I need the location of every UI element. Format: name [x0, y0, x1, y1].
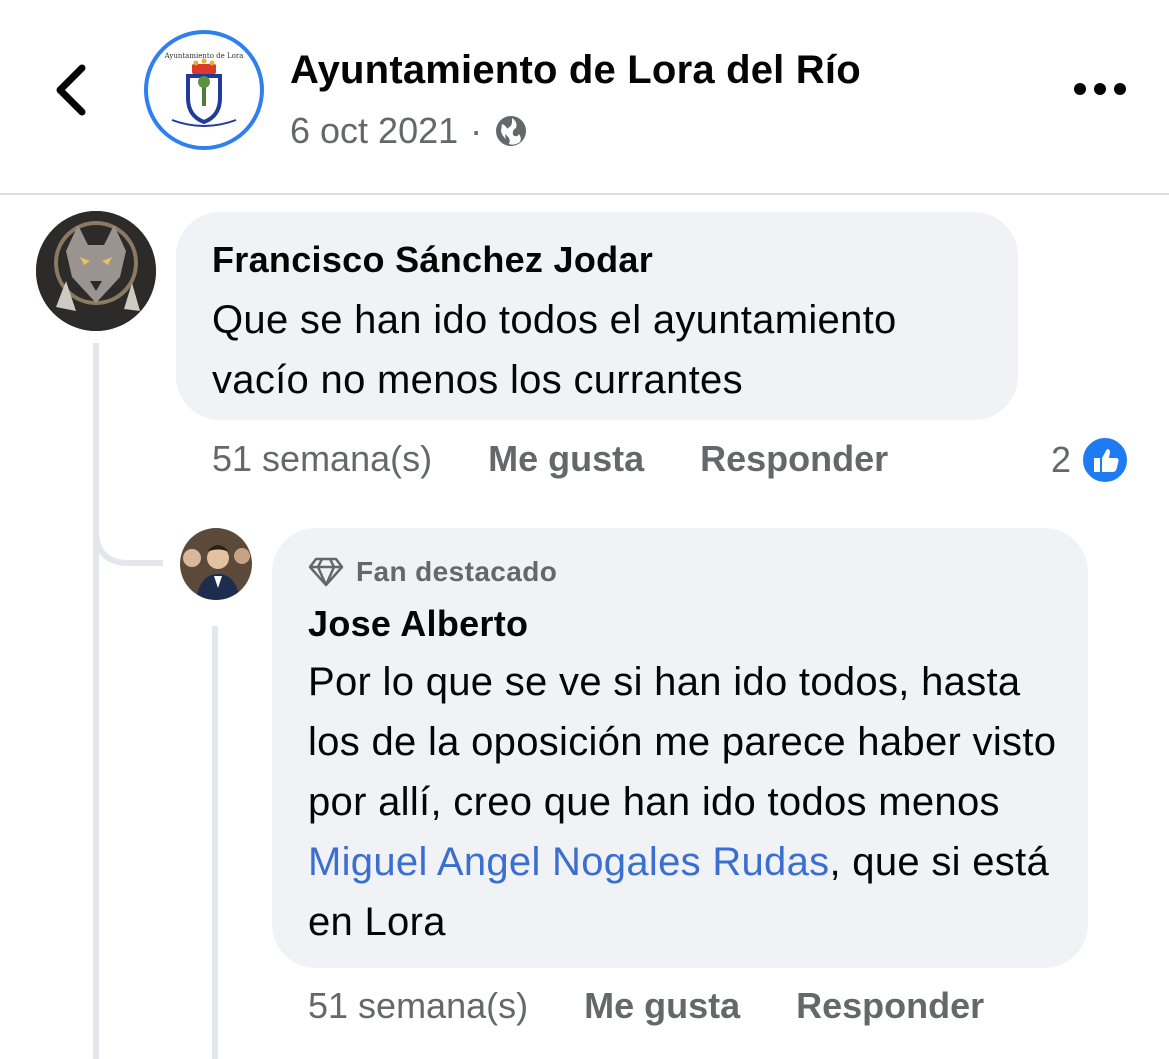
reply-time[interactable]: 51 semana(s) — [308, 985, 528, 1027]
like-button[interactable]: Me gusta — [488, 438, 644, 480]
reply-button[interactable]: Responder — [700, 438, 888, 480]
page-title[interactable]: Ayuntamiento de Lora del Río — [290, 48, 861, 93]
comment-actions: 51 semana(s) Me gusta Responder — [212, 438, 888, 480]
reply-avatar[interactable] — [180, 528, 252, 600]
diamond-icon — [308, 557, 344, 587]
reply-actions: 51 semana(s) Me gusta Responder — [308, 985, 984, 1027]
reply-connector — [93, 500, 163, 566]
mention-link[interactable]: Miguel Angel Nogales Rudas — [308, 840, 829, 884]
globe-icon — [496, 116, 527, 146]
top-fan-badge[interactable]: Fan destacado — [308, 556, 557, 588]
reaction-summary[interactable]: 2 — [1051, 436, 1130, 484]
comment-time[interactable]: 51 semana(s) — [212, 438, 432, 480]
page-avatar[interactable]: Ayuntamiento de Lora — [144, 30, 264, 150]
like-reaction-icon — [1081, 436, 1130, 484]
comment-text: Que se han ido todos el ayuntamiento vac… — [212, 298, 897, 402]
reply-bubble: Fan destacado Jose Alberto Por lo que se… — [272, 528, 1088, 968]
comment-author[interactable]: Francisco Sánchez Jodar — [212, 239, 653, 281]
reply-like-button[interactable]: Me gusta — [584, 985, 740, 1027]
commenter-avatar[interactable] — [36, 211, 156, 331]
town-crest-icon: Ayuntamiento de Lora — [154, 40, 254, 140]
wolf-avatar-image — [36, 211, 156, 331]
reply-thread-line — [212, 626, 218, 1059]
meta-separator: · — [470, 110, 483, 151]
post-meta: 6 oct 2021 · — [290, 110, 528, 152]
comment-bubble: Francisco Sánchez Jodar Que se han ido t… — [176, 212, 1018, 420]
top-fan-label: Fan destacado — [356, 556, 558, 587]
reply-text-before: Por lo que se ve si han ido todos, hasta… — [308, 660, 1057, 824]
reply-author[interactable]: Jose Alberto — [308, 603, 528, 645]
thread-line — [93, 343, 99, 1059]
reaction-count: 2 — [1051, 439, 1072, 480]
post-header: Ayuntamiento de Lora Ayuntamiento de Lor… — [0, 0, 1169, 195]
back-arrow-icon[interactable] — [50, 62, 94, 118]
reply-text: Por lo que se ve si han ido todos, hasta… — [308, 652, 1064, 952]
person-avatar-image — [180, 528, 252, 600]
reply-reply-button[interactable]: Responder — [796, 985, 984, 1027]
more-options-icon[interactable] — [1072, 78, 1128, 100]
post-date[interactable]: 6 oct 2021 — [290, 110, 458, 152]
